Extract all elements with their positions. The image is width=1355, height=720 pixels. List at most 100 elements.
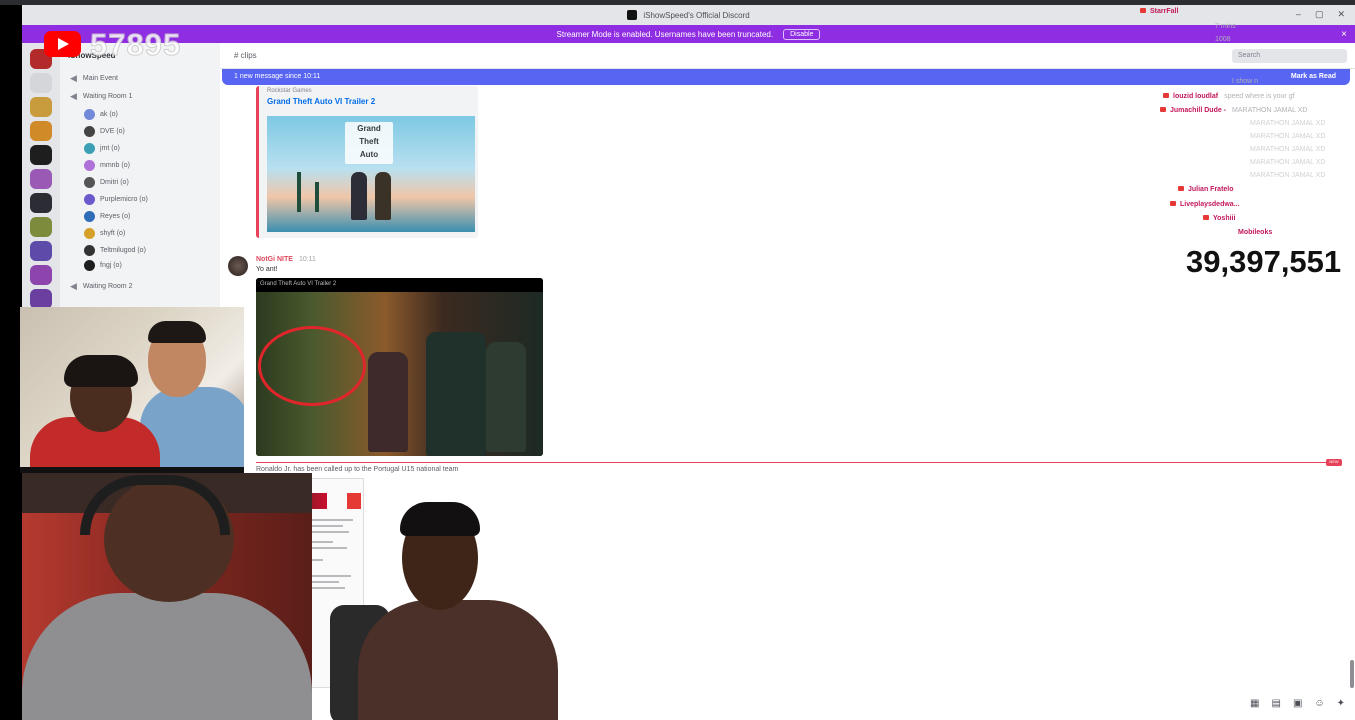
- voice-user-name: jmt (o): [100, 145, 120, 152]
- chat-spam-line: MARATHON JAMAL XD: [1250, 133, 1326, 140]
- link-embed: Rockstar Games Grand Theft Auto VI Trail…: [256, 86, 478, 238]
- voice-user[interactable]: Dmitri (o): [84, 177, 129, 188]
- chat-badge-icon: [1160, 107, 1166, 112]
- server-icon[interactable]: [30, 145, 52, 165]
- avatar[interactable]: [228, 256, 248, 276]
- server-icon[interactable]: [30, 217, 52, 237]
- voice-user[interactable]: mmnb (o): [84, 160, 130, 171]
- apps-icon[interactable]: ✦: [1337, 698, 1345, 709]
- server-icon[interactable]: [30, 73, 52, 93]
- palm-tree: [297, 172, 301, 212]
- gift-icon[interactable]: ▦: [1250, 698, 1259, 709]
- streamer-mode-banner: Streamer Mode is enabled. Usernames have…: [22, 25, 1355, 43]
- video-attachment[interactable]: Grand Theft Auto VI Trailer 2: [256, 278, 543, 456]
- chat-spam-line: MARATHON JAMAL XD: [1250, 120, 1326, 127]
- avatar: [84, 194, 95, 205]
- voice-user[interactable]: DVE (o): [84, 126, 125, 137]
- channel-waiting-room-1[interactable]: ◀ Waiting Room 1: [70, 91, 132, 102]
- speaker-icon: ◀: [70, 281, 77, 291]
- stream-chat-line: Liveplaysdedwa...: [1170, 201, 1246, 208]
- search-input[interactable]: Search: [1232, 49, 1347, 63]
- voice-user-name: Dmitri (o): [100, 179, 129, 186]
- server-icon[interactable]: [30, 121, 52, 141]
- channel-main-event[interactable]: ◀ Main Event: [70, 73, 118, 84]
- stream-chat-line: Jumachill Dude - MARATHON JAMAL XD: [1160, 107, 1307, 114]
- channel-name: clips: [240, 51, 257, 60]
- voice-user-name: mmnb (o): [100, 162, 130, 169]
- message-author[interactable]: NotGi NITE 10:11: [256, 256, 316, 263]
- chat-text: MARATHON JAMAL XD: [1232, 107, 1308, 114]
- avatar: [84, 143, 95, 154]
- close-icon[interactable]: ×: [1341, 29, 1347, 40]
- minimize-icon[interactable]: –: [1296, 9, 1301, 20]
- stream-chat-line: Julian Fratelo: [1178, 186, 1240, 193]
- stream-chat-line: 7 mins: [1215, 23, 1236, 30]
- scrollbar-thumb[interactable]: [1350, 660, 1354, 688]
- emoji-icon[interactable]: ☺: [1314, 698, 1324, 709]
- channel-waiting-room-2[interactable]: ◀ Waiting Room 2: [70, 281, 132, 292]
- chat-badge-icon: [1140, 8, 1146, 13]
- embed-title-link[interactable]: Grand Theft Auto VI Trailer 2: [267, 97, 375, 106]
- server-icon[interactable]: [30, 289, 52, 309]
- embed-thumbnail[interactable]: Grand Theft Auto: [267, 116, 475, 232]
- voice-user-name: shyft (o): [100, 230, 126, 237]
- maximize-icon[interactable]: ▢: [1315, 9, 1324, 20]
- server-icon[interactable]: [30, 265, 52, 285]
- author-name[interactable]: NotGi NITE: [256, 256, 293, 263]
- window-controls: – ▢ ✕: [1296, 9, 1345, 20]
- server-icon[interactable]: [30, 97, 52, 117]
- headphones-icon: [80, 475, 230, 535]
- logo-line: Grand: [357, 124, 381, 133]
- person-hair: [148, 321, 206, 343]
- chat-header: # clips Search: [220, 43, 1355, 69]
- screen: iShowSpeed's Official Discord – ▢ ✕ Stre…: [0, 0, 1355, 720]
- chat-badge-icon: [1163, 93, 1169, 98]
- subscriber-counter: 39,397,551: [1186, 244, 1342, 279]
- gta-logo: Grand Theft Auto: [345, 122, 393, 164]
- trailer-figure: [375, 172, 391, 220]
- mark-as-read-button[interactable]: Mark as Read: [1291, 73, 1336, 80]
- chat-text: speed where is your gf: [1224, 93, 1295, 100]
- chat-username: Liveplaysdedwa...: [1180, 201, 1240, 208]
- youtube-icon: [44, 31, 81, 57]
- close-window-icon[interactable]: ✕: [1337, 9, 1345, 20]
- stream-chat-line: Mobileoks: [1238, 229, 1278, 236]
- voice-user[interactable]: Purplemicro (o): [84, 194, 148, 205]
- message-timestamp: 10:11: [298, 256, 316, 263]
- message-text: Yo ant!: [256, 266, 278, 273]
- new-messages-divider: [256, 462, 1341, 463]
- chat-username: Mobileoks: [1238, 229, 1273, 236]
- channel-label: Main Event: [82, 75, 118, 82]
- chat-username: louzid loudlaf: [1173, 93, 1219, 100]
- stream-chat-line: 1008: [1215, 36, 1231, 43]
- gif-icon[interactable]: ▤: [1271, 698, 1280, 709]
- disable-button[interactable]: Disable: [783, 28, 821, 40]
- voice-user[interactable]: ak (o): [84, 109, 118, 120]
- embed-provider: Rockstar Games: [267, 88, 312, 94]
- voice-user-name: ak (o): [100, 111, 118, 118]
- voice-user-name: Teltmilugod (o): [100, 247, 146, 254]
- voice-user[interactable]: jmt (o): [84, 143, 120, 154]
- new-messages-bar[interactable]: 1 new message since 10:11 Mark as Read: [222, 69, 1350, 85]
- stream-chat-line: I show n: [1232, 78, 1258, 85]
- streamer-shirt: [22, 593, 312, 720]
- server-icon[interactable]: [30, 241, 52, 261]
- logo-line: Theft: [359, 137, 379, 146]
- voice-user[interactable]: shyft (o): [84, 228, 125, 239]
- new-messages-text: 1 new message since 10:11: [234, 73, 321, 80]
- speaker-icon: ◀: [70, 91, 77, 101]
- server-icon[interactable]: [30, 169, 52, 189]
- voice-user[interactable]: fngj (o): [84, 260, 122, 271]
- voice-user[interactable]: Reyes (o): [84, 211, 130, 222]
- chat-badge-icon: [1178, 186, 1184, 191]
- avatar: [84, 228, 95, 239]
- sticker-icon[interactable]: ▣: [1293, 698, 1302, 709]
- avatar: [84, 211, 95, 222]
- voice-user-name: fngj (o): [100, 262, 122, 269]
- webcam-guest: [330, 500, 560, 720]
- voice-user[interactable]: Teltmilugod (o): [84, 245, 146, 256]
- channel-sidebar: iShowSpeed ◀ Main Event ◀ Waiting Room 1…: [60, 43, 220, 308]
- stream-chat-line: louzid loudlaf speed where is your gf: [1163, 93, 1295, 100]
- server-icon[interactable]: [30, 193, 52, 213]
- chat-username: Jumachill Dude -: [1170, 107, 1227, 114]
